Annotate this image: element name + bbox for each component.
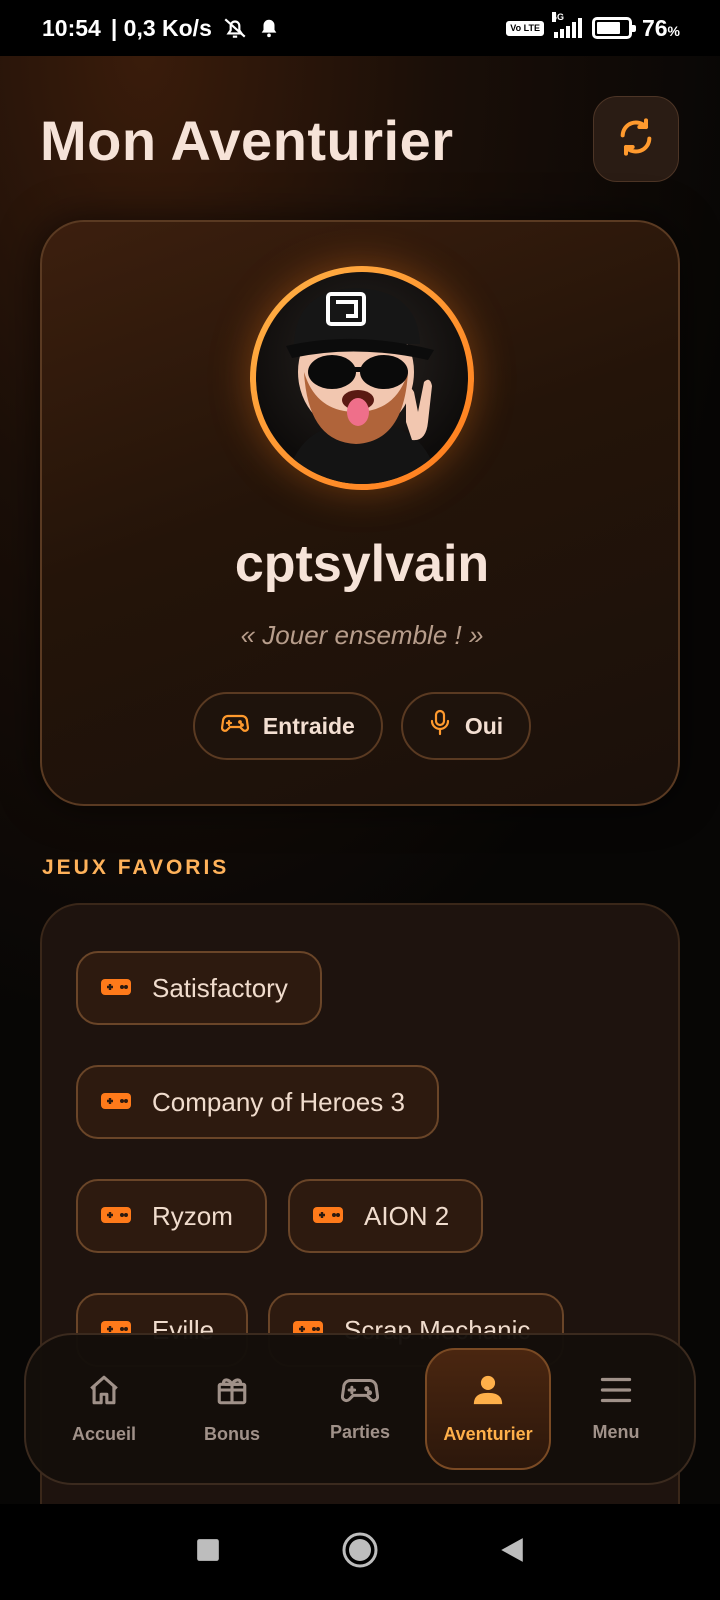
signal-icon: 4G (551, 12, 582, 38)
status-time: 10:54 (42, 14, 101, 41)
nav-item-bonus[interactable]: Bonus (169, 1348, 295, 1470)
game-name: Company of Heroes 3 (152, 1086, 405, 1117)
gift-icon (214, 1373, 250, 1412)
gamepad-icon (340, 1375, 380, 1410)
menu-icon (598, 1375, 634, 1410)
notifications-off-icon (222, 15, 248, 41)
avatar-image (256, 272, 468, 484)
avatar[interactable] (250, 266, 474, 490)
gamepad-icon (220, 711, 249, 741)
game-chip[interactable]: AION 2 (288, 1179, 484, 1253)
bell-icon (258, 17, 280, 39)
microphone-icon (429, 709, 451, 743)
section-label-favorites: JEUX FAVORIS (42, 856, 230, 879)
chip-label: Entraide (262, 712, 355, 739)
nav-label: Accueil (71, 1424, 137, 1444)
game-name: Satisfactory (152, 972, 288, 1003)
nav-item-menu[interactable]: Menu (553, 1348, 679, 1470)
nav-label: Parties (329, 1422, 391, 1442)
gamepad-icon (100, 1201, 132, 1232)
nav-item-aventurier[interactable]: Aventurier (425, 1348, 551, 1470)
status-bar: 10:54 | 0,3 Ko/s Vo LTE 4G 76% (0, 0, 720, 56)
nav-item-parties[interactable]: Parties (297, 1348, 423, 1470)
back-icon[interactable] (499, 1536, 525, 1569)
home-icon (86, 1373, 122, 1412)
game-chip[interactable]: Satisfactory (76, 951, 322, 1025)
gamepad-icon (100, 973, 132, 1004)
game-name: Ryzom (152, 1200, 233, 1231)
gamepad-icon (312, 1201, 344, 1232)
refresh-button[interactable] (593, 96, 679, 182)
battery-percent: 76% (641, 14, 680, 41)
user-icon (471, 1373, 505, 1412)
profile-chips: Entraide Oui (42, 692, 682, 760)
home-button-icon[interactable] (341, 1531, 379, 1574)
system-navigation-bar (0, 1504, 720, 1600)
game-chip[interactable]: Company of Heroes 3 (76, 1065, 439, 1139)
profile-card: cptsylvain « Jouer ensemble ! » Entraide… (40, 220, 680, 806)
game-chip[interactable]: Ryzom (76, 1179, 267, 1253)
favorite-games-card: Satisfactory Company of Heroes 3 Ryzom A… (40, 903, 680, 1600)
chip-entraide[interactable]: Entraide (192, 692, 383, 760)
battery-icon (591, 17, 636, 39)
tagline: « Jouer ensemble ! » (240, 620, 484, 650)
refresh-icon (616, 117, 656, 162)
gamepad-icon (100, 1087, 132, 1118)
recent-apps-icon[interactable] (195, 1537, 221, 1568)
volte-icon: Vo LTE (506, 20, 544, 36)
page-title: Mon Aventurier (40, 109, 454, 172)
chip-label: Oui (464, 712, 504, 739)
network-type: 4G (551, 12, 564, 22)
nav-item-accueil[interactable]: Accueil (41, 1348, 167, 1470)
game-name: AION 2 (364, 1200, 450, 1231)
bottom-navigation: Accueil Bonus Parties Aventurier Menu (24, 1333, 696, 1485)
username: cptsylvain (234, 535, 490, 593)
nav-label: Menu (592, 1422, 640, 1442)
chip-voice[interactable]: Oui (400, 692, 532, 760)
nav-label: Bonus (204, 1424, 260, 1444)
nav-label: Aventurier (443, 1424, 533, 1444)
status-speed: | 0,3 Ko/s (110, 14, 212, 41)
